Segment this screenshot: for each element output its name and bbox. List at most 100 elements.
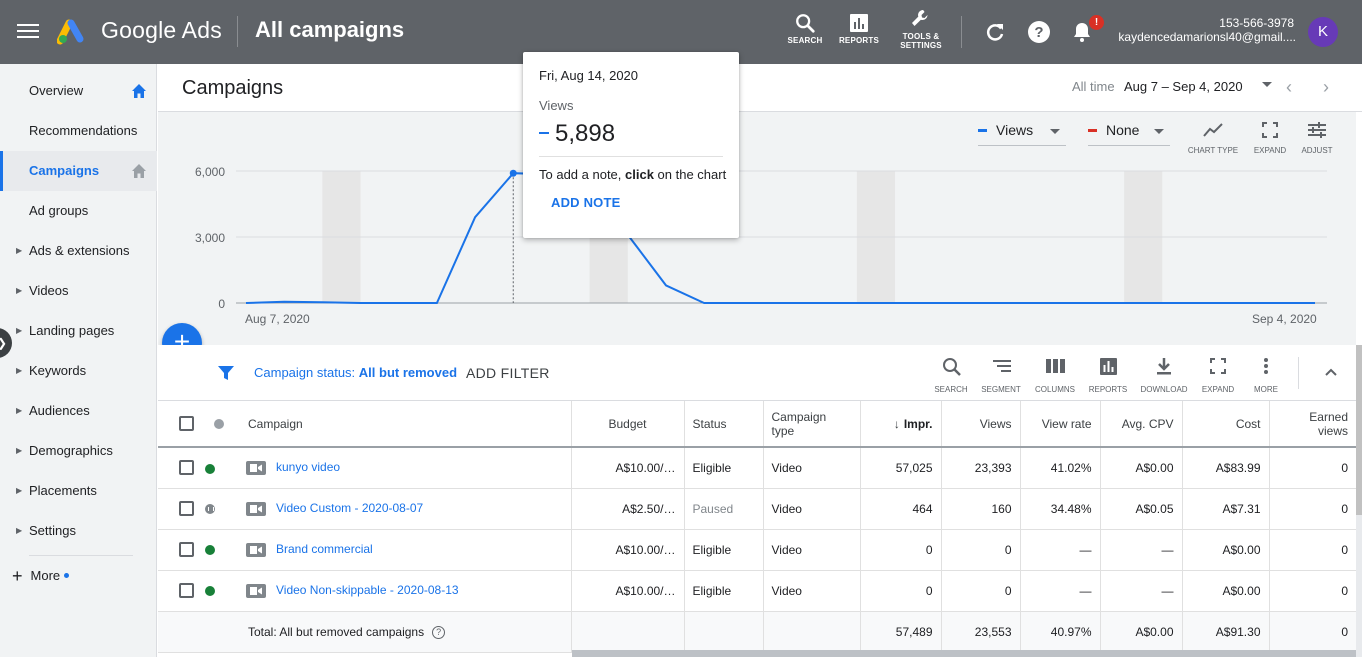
row-checkbox[interactable] <box>179 583 194 599</box>
campaign-link[interactable]: Brand commercial <box>276 542 373 556</box>
sidebar-item-label: Ads & extensions <box>29 243 130 258</box>
horizontal-scrollbar[interactable] <box>572 650 1362 657</box>
budget-cell[interactable]: A$2.50/… <box>571 488 685 530</box>
date-next-icon[interactable]: › <box>1323 77 1329 98</box>
sidebar-item-label: Audiences <box>29 403 90 418</box>
views-cell: 0 <box>941 529 1021 571</box>
table-row[interactable]: kunyo video A$10.00/… Eligible Video 57,025 2… <box>158 447 1356 489</box>
filter-funnel-icon[interactable] <box>218 365 234 381</box>
table-tool-download[interactable]: DOWNLOAD <box>1139 355 1189 394</box>
column-header-budget[interactable]: Budget <box>571 401 685 448</box>
sidebar-item-keywords[interactable]: ▶ Keywords <box>0 351 157 391</box>
enabled-status-icon[interactable] <box>205 586 215 597</box>
table-row[interactable]: Video Non-skippable - 2020-08-13 A$10.00/… <box>158 570 1356 612</box>
search-tool-button[interactable]: SEARCH <box>775 10 835 45</box>
sidebar-item-ad-groups[interactable]: Ad groups <box>0 191 157 231</box>
paused-status-icon[interactable] <box>205 504 215 515</box>
campaign-name-cell: kunyo video <box>233 447 572 489</box>
enabled-status-icon[interactable] <box>205 463 215 474</box>
date-range-value[interactable]: Aug 7 – Sep 4, 2020 <box>1124 79 1243 94</box>
chevron-up-icon[interactable] <box>1322 363 1340 381</box>
refresh-icon[interactable] <box>983 20 1007 44</box>
sidebar: Overview Recommendations Campaigns Ad group… <box>0 64 157 657</box>
home-icon[interactable] <box>131 83 147 99</box>
hamburger-menu-icon[interactable] <box>16 20 40 44</box>
impr-cell: 0 <box>860 529 942 571</box>
table-row[interactable]: Video Custom - 2020-08-07 A$2.50/… Paused V… <box>158 488 1356 530</box>
add-note-button[interactable]: ADD NOTE <box>551 195 621 210</box>
add-filter-button[interactable]: ADD FILTER <box>466 365 550 381</box>
sidebar-item-label: Placements <box>29 483 97 498</box>
column-header-view-rate[interactable]: View rate <box>1020 401 1101 448</box>
sidebar-item-settings[interactable]: ▶ Settings <box>0 511 157 551</box>
total-label-cell: Total: All but removed campaigns? <box>233 611 572 653</box>
column-header-views[interactable]: Views <box>941 401 1021 448</box>
table-tool-reports[interactable]: REPORTS <box>1083 355 1133 394</box>
notification-badge: ! <box>1089 15 1104 30</box>
row-checkbox[interactable] <box>179 501 194 517</box>
table-tool-segment[interactable]: SEGMENT <box>976 355 1026 394</box>
help-circle-icon[interactable]: ? <box>432 625 446 639</box>
column-header-cost[interactable]: Cost <box>1182 401 1270 448</box>
select-all-cell <box>158 401 205 448</box>
budget-cell[interactable]: A$10.00/… <box>571 447 685 489</box>
sidebar-item-audiences[interactable]: ▶ Audiences <box>0 391 157 431</box>
account-email[interactable]: kaydencedamarionsl40@gmail.... <box>1110 30 1296 44</box>
column-header-earned-views[interactable]: Earned views <box>1269 401 1356 448</box>
date-prev-icon[interactable]: ‹ <box>1286 77 1292 98</box>
vertical-scrollbar[interactable] <box>1356 345 1362 657</box>
chart-tooltip: Fri, Aug 14, 2020 Views 5,898 To add a n… <box>523 52 739 238</box>
sidebar-item-recommendations[interactable]: Recommendations <box>0 111 157 151</box>
campaigns-table: Campaign Budget Status Campaign type ↓ Imp… <box>158 401 1356 657</box>
account-phone[interactable]: 153-566-3978 <box>1219 16 1294 30</box>
campaign-link[interactable]: kunyo video <box>276 460 340 474</box>
table-tool-expand[interactable]: EXPAND <box>1193 355 1243 394</box>
sidebar-more-button[interactable]: + More <box>12 566 70 587</box>
table-tool-columns[interactable]: COLUMNS <box>1030 355 1080 394</box>
campaign-link[interactable]: Video Custom - 2020-08-07 <box>276 501 423 515</box>
column-header-campaign[interactable]: Campaign <box>233 401 572 448</box>
row-checkbox[interactable] <box>179 460 194 476</box>
column-header-avg-cpv[interactable]: Avg. CPV <box>1100 401 1183 448</box>
sidebar-item-videos[interactable]: ▶ Videos <box>0 271 157 311</box>
vertical-scrollbar-thumb[interactable] <box>1356 345 1362 515</box>
sidebar-item-demographics[interactable]: ▶ Demographics <box>0 431 157 471</box>
video-campaign-icon <box>246 501 266 516</box>
column-header-status[interactable]: Status <box>684 401 764 448</box>
sidebar-item-placements[interactable]: ▶ Placements <box>0 471 157 511</box>
help-icon[interactable]: ? <box>1027 20 1051 44</box>
hover-point[interactable] <box>509 169 517 177</box>
sidebar-item-ads-extensions[interactable]: ▶ Ads & extensions <box>0 231 157 271</box>
enabled-status-icon[interactable] <box>205 545 215 556</box>
table-tool-more[interactable]: MORE <box>1241 355 1291 394</box>
reports-tool-button[interactable]: REPORTS <box>829 10 889 45</box>
status-dot-header <box>205 401 233 448</box>
date-range-dropdown-icon[interactable] <box>1262 82 1272 87</box>
column-header-impr[interactable]: ↓ Impr. <box>860 401 942 448</box>
tools-settings-button[interactable]: TOOLS & SETTINGS <box>891 6 951 50</box>
view-rate-cell: — <box>1020 529 1101 571</box>
status-filter-dot[interactable] <box>214 419 224 430</box>
select-all-checkbox[interactable] <box>179 416 194 432</box>
home-icon[interactable] <box>131 163 147 179</box>
cost-cell: A$0.00 <box>1182 570 1270 612</box>
svg-text:?: ? <box>1034 24 1043 41</box>
sidebar-item-campaigns[interactable]: Campaigns <box>0 151 157 191</box>
column-header-campaign-type[interactable]: Campaign type <box>763 401 861 448</box>
budget-cell[interactable]: A$10.00/… <box>571 570 685 612</box>
row-checkbox[interactable] <box>179 542 194 558</box>
table-row[interactable]: Brand commercial A$10.00/… Eligible Video 0 0… <box>158 529 1356 571</box>
download-icon <box>1157 358 1171 375</box>
campaign-status-filter[interactable]: Campaign status: All but removed <box>254 365 457 380</box>
sidebar-item-overview[interactable]: Overview <box>0 71 157 111</box>
reports-icon <box>850 14 868 32</box>
tooltip-note-suffix: on the chart <box>653 167 727 182</box>
views-line-chart[interactable] <box>158 112 1356 345</box>
campaign-link[interactable]: Video Non-skippable - 2020-08-13 <box>276 583 459 597</box>
table-tool-search[interactable]: SEARCH <box>926 355 976 394</box>
avg-cpv-cell: — <box>1100 570 1183 612</box>
avatar[interactable]: K <box>1308 17 1338 47</box>
budget-cell[interactable]: A$10.00/… <box>571 529 685 571</box>
sidebar-item-landing-pages[interactable]: ▶ Landing pages <box>0 311 157 351</box>
tooltip-value: 5,898 <box>555 120 616 147</box>
